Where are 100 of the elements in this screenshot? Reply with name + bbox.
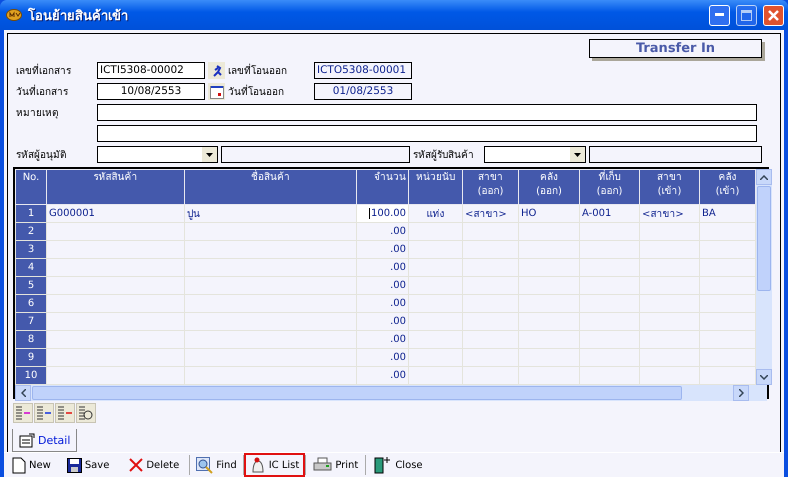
table-cell (518, 240, 580, 258)
table-cell (518, 258, 580, 276)
table-cell (640, 222, 700, 240)
mode-banner: Transfer In (589, 39, 762, 58)
field-label: เลขที่เอกสาร (16, 63, 94, 78)
toolbar-button[interactable]: Close (366, 453, 431, 477)
table-cell (700, 330, 756, 348)
table-cell: .00 (356, 312, 408, 330)
remove-row-icon[interactable] (55, 403, 75, 423)
column-header[interactable]: สาขา (เข้า) (640, 170, 700, 204)
column-header[interactable]: คลัง (ออก) (518, 170, 580, 204)
table-cell: .00 (356, 366, 408, 384)
table-cell (580, 330, 640, 348)
caret-icon (206, 152, 213, 156)
table-cell: G000001 (46, 204, 184, 222)
table-cell: HO (518, 204, 580, 222)
table-cell (640, 294, 700, 312)
table-cell: BA (700, 204, 756, 222)
table-cell (408, 312, 462, 330)
table-cell (700, 312, 756, 330)
bell-icon (250, 456, 266, 474)
close-button[interactable] (763, 4, 784, 26)
calendar-icon[interactable] (208, 83, 225, 100)
input-field: ICTO5308-00001 (314, 62, 412, 79)
table-cell: ปูน (184, 204, 356, 222)
table-cell (408, 294, 462, 312)
table-cell (640, 258, 700, 276)
table-cell (408, 222, 462, 240)
table-cell (640, 366, 700, 384)
field-label: รหัสผู้รับสินค้า (413, 148, 475, 162)
column-header[interactable]: รหัสสินค้า (46, 170, 184, 204)
column-header[interactable]: สาขา (ออก) (462, 170, 518, 204)
toolbar-button[interactable]: Save (56, 453, 120, 477)
table-cell (518, 222, 580, 240)
floppy-icon (66, 458, 82, 472)
table-cell (408, 330, 462, 348)
table-cell (700, 222, 756, 240)
table-cell (462, 312, 518, 330)
column-header[interactable]: จำนวน (356, 170, 408, 204)
table-cell (580, 348, 640, 366)
input-field[interactable] (97, 104, 757, 121)
maximize-icon (741, 10, 752, 20)
minimize-button[interactable] (709, 4, 730, 26)
input-field[interactable]: ICTI5308-00002 (97, 62, 205, 79)
column-header[interactable]: ที่เก็บ (ออก) (580, 170, 640, 204)
toolbar-button[interactable]: IC List (244, 453, 306, 477)
table-cell (700, 240, 756, 258)
table-cell (462, 294, 518, 312)
table-cell: .00 (356, 258, 408, 276)
add-row-icon[interactable] (34, 403, 54, 423)
column-header[interactable]: ชื่อสินค้า (184, 170, 356, 204)
table-cell: A-001 (580, 204, 640, 222)
table-cell: .00 (356, 222, 408, 240)
table-cell (640, 276, 700, 294)
table-cell: แท่ง (408, 204, 462, 222)
toolbar-button[interactable]: Find (190, 453, 243, 477)
row-number: 8 (16, 330, 46, 348)
row-number: 10 (16, 366, 46, 384)
table-cell (640, 330, 700, 348)
table-cell (580, 312, 640, 330)
row-number: 6 (16, 294, 46, 312)
table-cell (700, 258, 756, 276)
table-cell (580, 276, 640, 294)
page-icon (12, 456, 26, 474)
table-cell (700, 276, 756, 294)
table-cell: .00 (356, 240, 408, 258)
dropdown[interactable] (484, 146, 586, 163)
input-field[interactable] (97, 125, 757, 142)
insert-row-icon[interactable] (13, 403, 33, 423)
table-cell (518, 348, 580, 366)
table-cell: 100.00 (356, 204, 408, 222)
cross-icon (129, 458, 144, 472)
grid-search-icon[interactable] (76, 403, 96, 423)
table-cell: .00 (356, 276, 408, 294)
magnifier-icon (196, 456, 214, 474)
table-cell (700, 366, 756, 384)
row-number: 2 (16, 222, 46, 240)
field-label: วันที่เอกสาร (16, 84, 94, 99)
table-cell (462, 330, 518, 348)
toolbar-button[interactable]: Print (306, 453, 366, 477)
input-field[interactable]: 10/08/2553 (97, 83, 205, 100)
field-label: หมายเหตุ (16, 107, 59, 120)
dropdown[interactable] (97, 146, 218, 163)
maximize-button[interactable] (736, 4, 757, 26)
table-cell: <สาขา> (640, 204, 700, 222)
table-cell (580, 258, 640, 276)
column-header[interactable]: คลัง (เข้า) (700, 170, 756, 204)
tab[interactable]: Detail (12, 429, 78, 452)
printer-icon (313, 457, 332, 473)
vertical-scrollbar[interactable] (756, 169, 772, 385)
horizontal-scrollbar[interactable] (15, 385, 767, 401)
column-header[interactable]: No. (16, 170, 46, 204)
column-header[interactable]: หน่วยนับ (408, 170, 462, 204)
table-cell (580, 366, 640, 384)
table-cell: <สาขา> (462, 204, 518, 222)
close-icon (768, 10, 779, 20)
toolbar-button[interactable]: Delete (119, 453, 190, 477)
runner-icon[interactable] (208, 62, 225, 79)
toolbar-button[interactable]: New (6, 453, 57, 477)
table-cell (518, 330, 580, 348)
